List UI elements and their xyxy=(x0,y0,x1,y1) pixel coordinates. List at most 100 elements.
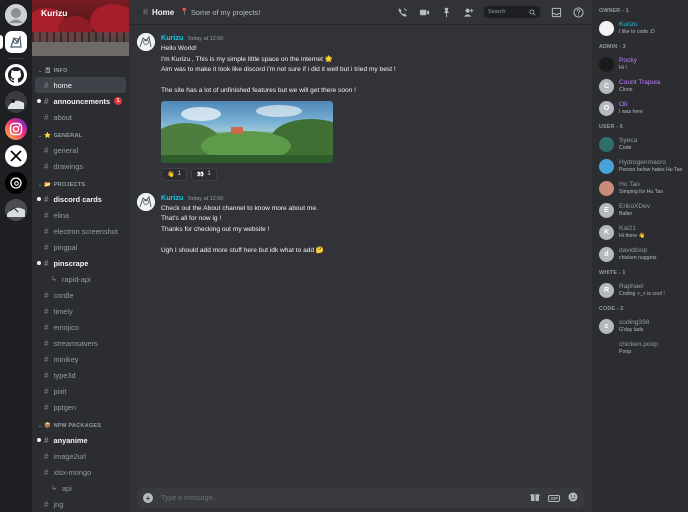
channel-item-electron-screenshot[interactable]: # electron screenshot xyxy=(35,223,126,239)
channel-category[interactable]: ⌄ 📓 INFO xyxy=(38,68,126,74)
channel-category[interactable]: ⌄ 📦 NPM PACKAGES xyxy=(38,423,126,429)
channel-category[interactable]: ⌄ ⭐ GENERAL xyxy=(38,133,126,139)
server-name[interactable]: Kurizu xyxy=(41,8,67,18)
channel-item-api[interactable]: ↳ api xyxy=(35,480,126,496)
emoji-icon[interactable] xyxy=(568,492,578,504)
landscape-image[interactable] xyxy=(161,100,333,163)
inbox-icon[interactable] xyxy=(550,6,562,18)
gif-button[interactable]: GIF xyxy=(548,494,560,502)
message-timestamp: Today at 12:00 xyxy=(187,195,224,202)
member-status: Clone xyxy=(619,86,633,93)
member-status: Person below hates Hu Tao xyxy=(619,166,683,173)
anime-home-server-icon[interactable] xyxy=(0,31,27,53)
channel-item-announcements[interactable]: # announcements 1 xyxy=(35,93,126,109)
pin-emoji-icon: 📍 xyxy=(180,9,189,16)
channel-label: streamsavers xyxy=(53,338,98,348)
category-label: PROJECTS xyxy=(53,182,86,188)
threads-icon[interactable] xyxy=(5,172,27,194)
hash-icon: # xyxy=(44,370,49,380)
pin-icon[interactable] xyxy=(440,6,452,18)
channel-item-cordle[interactable]: # cordle xyxy=(35,287,126,303)
message-line: Thanks for checking out my website ! xyxy=(161,225,270,233)
member-item[interactable]: K Kai21 Hi there 👋 xyxy=(599,222,688,242)
reaction-wave[interactable]: 👋 1 xyxy=(161,167,187,181)
message-input[interactable] xyxy=(161,494,523,502)
author-avatar[interactable] xyxy=(137,192,155,211)
channel-item-pingpal[interactable]: # pingpal xyxy=(35,239,126,255)
add-member-icon[interactable] xyxy=(462,6,474,18)
category-label: NPM PACKAGES xyxy=(53,423,102,429)
channel-item-pixit[interactable]: # pixit xyxy=(35,383,126,399)
member-status: Baller xyxy=(619,210,633,217)
avatar-server-icon[interactable] xyxy=(5,4,27,26)
member-item[interactable]: E ErikoXDev Baller xyxy=(599,200,688,220)
channel-item-pinscrape[interactable]: # pinscrape xyxy=(35,255,126,271)
channel-item-rapid-api[interactable]: ↳ rapid-api xyxy=(35,271,126,287)
channel-item-type3d[interactable]: # type3d xyxy=(35,367,126,383)
channel-item-elina[interactable]: # elina xyxy=(35,207,126,223)
member-status: G'day lads xyxy=(619,326,644,333)
member-item[interactable]: d davidloop chicken nuggets xyxy=(599,244,688,264)
channel-item-home[interactable]: # home xyxy=(35,77,126,93)
channel-item-anyanime[interactable]: # anyanime xyxy=(35,432,126,448)
channel-item-about[interactable]: # about xyxy=(35,109,126,125)
message-author[interactable]: Kurizu xyxy=(161,33,183,42)
member-name: chicken.poop xyxy=(619,340,658,348)
message-line: Ugh I should add more stuff here but idk… xyxy=(161,246,325,254)
anime-server-icon[interactable] xyxy=(5,91,27,113)
message-line: I'm Kurizu , This is my simple little sp… xyxy=(161,55,334,63)
channel-label: image2url xyxy=(53,451,86,461)
hash-icon: # xyxy=(44,258,49,268)
channel-item-timely[interactable]: # timely xyxy=(35,303,126,319)
channel-item-minikey[interactable]: # minikey xyxy=(35,351,126,367)
member-item[interactable]: Hu Tao Simping for Hu Tao xyxy=(599,178,688,198)
video-icon[interactable] xyxy=(418,6,430,18)
channel-label: minikey xyxy=(53,354,79,364)
channel-item-emojico[interactable]: # emojico xyxy=(35,319,126,335)
channel-item-pptgen[interactable]: # pptgen xyxy=(35,399,126,415)
message-line xyxy=(161,76,592,87)
help-icon[interactable] xyxy=(572,6,584,18)
reaction-eyes[interactable]: 👀 1 xyxy=(190,167,217,181)
x-icon[interactable] xyxy=(5,145,27,167)
hash-icon: # xyxy=(44,306,49,316)
github-icon[interactable] xyxy=(5,64,27,86)
gift-icon[interactable] xyxy=(530,492,540,504)
member-name: Kai21 xyxy=(619,224,636,232)
channel-item-streamsavers[interactable]: # streamsavers xyxy=(35,335,126,351)
member-item[interactable]: Hydrogenmacro Person below hates Hu Tao xyxy=(599,156,688,176)
channel-item-image2url[interactable]: # image2url xyxy=(35,448,126,464)
member-item[interactable]: O Oli I was here xyxy=(599,98,688,118)
search-input[interactable]: Search xyxy=(484,6,540,18)
hash-icon: # xyxy=(44,161,49,171)
channel-item-drawings[interactable]: # drawings xyxy=(35,158,126,174)
member-item[interactable]: chicken.poop Poop xyxy=(599,338,688,358)
author-avatar[interactable] xyxy=(137,33,155,51)
rail-separator xyxy=(8,58,24,59)
threads-phone-icon[interactable] xyxy=(396,6,408,18)
hash-icon: # xyxy=(44,290,49,300)
message-author[interactable]: Kurizu xyxy=(161,193,183,202)
channel-item-jng[interactable]: # jng xyxy=(35,496,126,512)
instagram-icon[interactable] xyxy=(5,118,27,140)
member-item[interactable]: R Raphael Coding >_< is cool ! xyxy=(599,280,688,300)
hash-icon: # xyxy=(44,386,49,396)
anime-server-2-icon[interactable] xyxy=(5,199,27,221)
member-item[interactable]: c coding398 G'day lads xyxy=(599,316,688,336)
attach-plus-icon[interactable]: + xyxy=(143,493,153,503)
member-item[interactable]: Kurizu I like to code :D xyxy=(599,18,688,38)
channel-item-general[interactable]: # general xyxy=(35,142,126,158)
member-status: Poop xyxy=(619,348,632,355)
hash-icon: # xyxy=(143,7,149,17)
member-item[interactable]: C Count Trapula Clone xyxy=(599,76,688,96)
channel-item-discord-cards[interactable]: # discord cards xyxy=(35,191,126,207)
member-avatar: K xyxy=(599,224,614,240)
channel-label: discord cards xyxy=(53,194,102,204)
channel-category[interactable]: ⌄ 📂 PROJECTS xyxy=(38,182,126,188)
member-avatar: R xyxy=(599,282,614,298)
member-item[interactable]: Syeca Code xyxy=(599,134,688,154)
channel-item-xlsx-mongo[interactable]: # xlsx-mongo xyxy=(35,464,126,480)
channel-label: elina xyxy=(53,210,70,220)
channel-label: anyanime xyxy=(53,435,88,445)
member-item[interactable]: Pocky Hi ! xyxy=(599,54,688,74)
